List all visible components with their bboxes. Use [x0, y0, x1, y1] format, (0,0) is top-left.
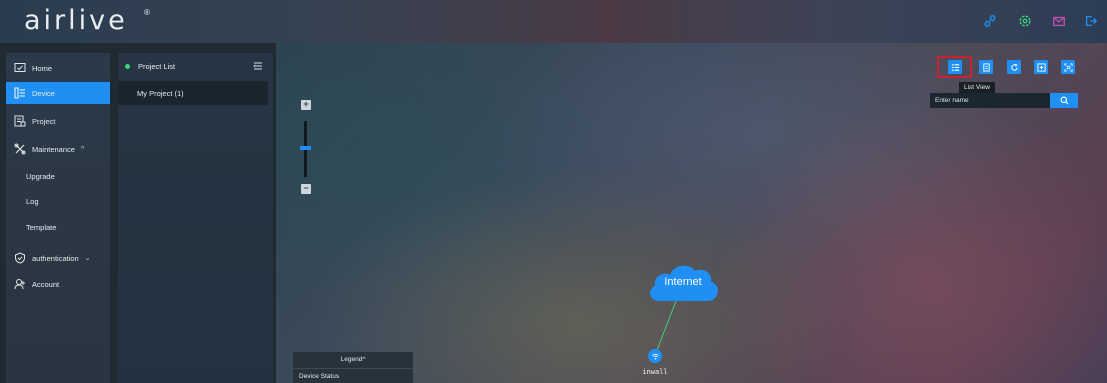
- sidebar-item-maintenance[interactable]: Maintenance ^: [6, 138, 110, 160]
- airlive-logo: airlive: [24, 5, 128, 36]
- link-icon[interactable]: [983, 14, 997, 28]
- zoom-in-button[interactable]: +: [301, 100, 311, 110]
- sidebar-item-label: Project: [32, 116, 56, 126]
- internet-label: Internet: [664, 276, 702, 288]
- search-button[interactable]: [1050, 93, 1078, 108]
- sidebar-item-home[interactable]: Home: [6, 57, 110, 79]
- refresh-icon: [1010, 63, 1018, 71]
- top-header: airlive ®: [0, 0, 1107, 43]
- sidebar-item-upgrade[interactable]: Upgrade: [6, 165, 110, 187]
- device-label: inwall: [642, 368, 668, 376]
- refresh-button[interactable]: [1007, 60, 1021, 74]
- add-icon: [1036, 62, 1046, 72]
- status-dot: [125, 63, 130, 69]
- tools-icon: [14, 143, 26, 155]
- project-list-header: Project List: [118, 53, 273, 79]
- sidebar-item-device[interactable]: Device: [6, 82, 110, 104]
- fit-screen-button[interactable]: [1061, 60, 1075, 74]
- sidebar-item-project[interactable]: Project: [6, 110, 110, 132]
- sidebar: Home Device Project Maintenance ^ Upgrad…: [6, 53, 110, 383]
- sidebar-item-label: Account: [32, 279, 60, 289]
- settings-icon[interactable]: [1018, 14, 1032, 28]
- legend-panel: Legend^ Device Status: [293, 352, 413, 383]
- mail-icon[interactable]: [1052, 14, 1066, 28]
- search-icon: [1060, 96, 1068, 105]
- sidebar-item-label: Upgrade: [26, 171, 55, 181]
- shield-icon: [14, 252, 26, 264]
- sidebar-item-label: authentication: [32, 253, 79, 263]
- project-item[interactable]: My Project (1): [118, 81, 268, 105]
- add-button[interactable]: [1034, 60, 1048, 74]
- device-list-icon: [14, 87, 26, 99]
- sidebar-item-log[interactable]: Log: [6, 190, 110, 212]
- home-icon: [14, 62, 26, 74]
- user-icon: [14, 278, 26, 290]
- sidebar-item-account[interactable]: Account: [6, 273, 110, 295]
- list-view-tooltip: List View: [959, 82, 995, 93]
- collapse-panel-icon[interactable]: [253, 61, 263, 71]
- sidebar-item-label: Home: [32, 63, 53, 73]
- project-list-panel: Project List My Project (1): [118, 53, 273, 383]
- fit-screen-icon: [1063, 62, 1073, 72]
- document-button[interactable]: [979, 60, 993, 74]
- legend-divider: [293, 368, 413, 369]
- wifi-device-icon[interactable]: [648, 349, 662, 363]
- selected-tool-highlight: [937, 56, 972, 78]
- registered-mark: ®: [144, 8, 150, 17]
- sidebar-item-authentication[interactable]: authentication ⌄: [6, 247, 110, 269]
- zoom-out-button[interactable]: −: [301, 184, 311, 194]
- legend-device-status: Device Status: [299, 373, 340, 380]
- chevron-down-icon: ⌄: [84, 255, 91, 262]
- logout-icon[interactable]: [1084, 14, 1098, 28]
- zoom-slider-thumb[interactable]: [300, 146, 311, 150]
- document-icon: [982, 62, 990, 72]
- sidebar-item-label: Maintenance: [32, 144, 75, 154]
- project-list-title: Project List: [138, 61, 176, 71]
- legend-toggle[interactable]: Legend^: [293, 352, 413, 368]
- sidebar-item-label: Device: [32, 88, 55, 98]
- chevron-up-icon: ^: [80, 145, 85, 153]
- search-input[interactable]: Enter name: [930, 93, 1050, 108]
- sidebar-item-label: Log: [26, 196, 39, 206]
- sidebar-item-label: Template: [26, 222, 57, 232]
- sidebar-item-template[interactable]: Template: [6, 216, 110, 238]
- project-icon: [14, 115, 26, 127]
